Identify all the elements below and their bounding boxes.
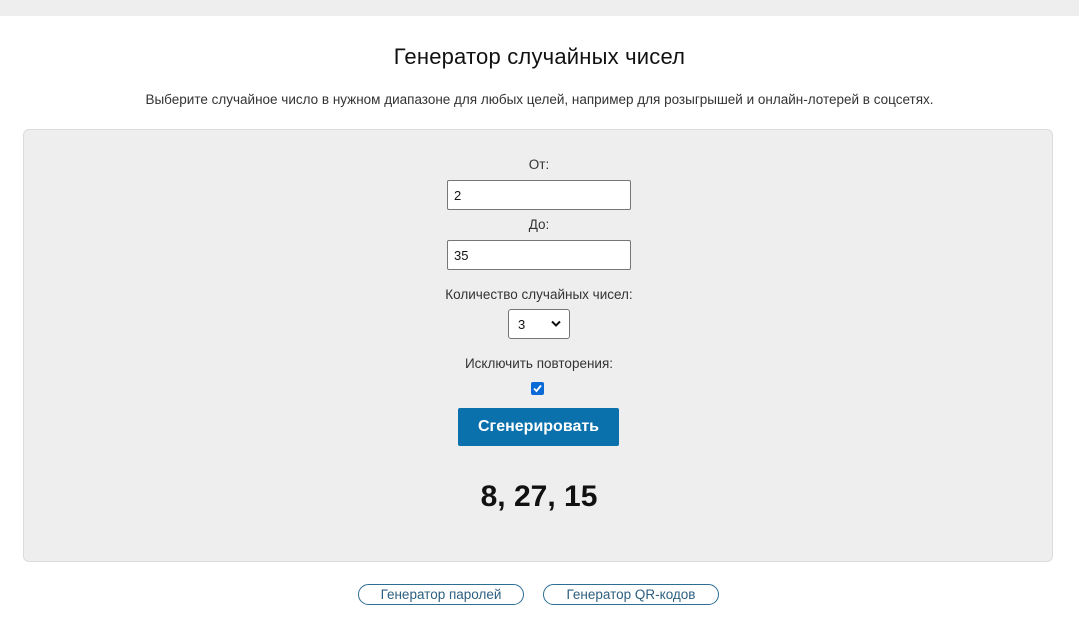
chevron-down-icon [551,320,561,327]
generator-panel: От: До: Количество случайных чисел: 3 Ис… [23,129,1053,562]
generate-button[interactable]: Сгенерировать [458,408,619,446]
check-icon [533,384,542,393]
top-strip [0,0,1079,16]
count-label: Количество случайных чисел: [445,287,633,302]
to-input[interactable] [447,240,631,270]
count-select[interactable]: 3 [508,309,570,339]
qr-generator-link[interactable]: Генератор QR-кодов [543,584,719,605]
result-numbers: 8, 27, 15 [480,480,598,513]
page-title: Генератор случайных чисел [393,44,686,69]
from-input[interactable] [447,180,631,210]
exclude-label: Исключить повторения: [464,356,614,371]
to-label: До: [528,217,550,232]
from-label: От: [528,157,550,172]
page-subtitle: Выберите случайное число в нужном диапаз… [145,92,934,107]
password-generator-link[interactable]: Генератор паролей [358,584,524,605]
count-select-value: 3 [518,317,526,332]
exclude-duplicates-checkbox[interactable] [531,382,544,395]
